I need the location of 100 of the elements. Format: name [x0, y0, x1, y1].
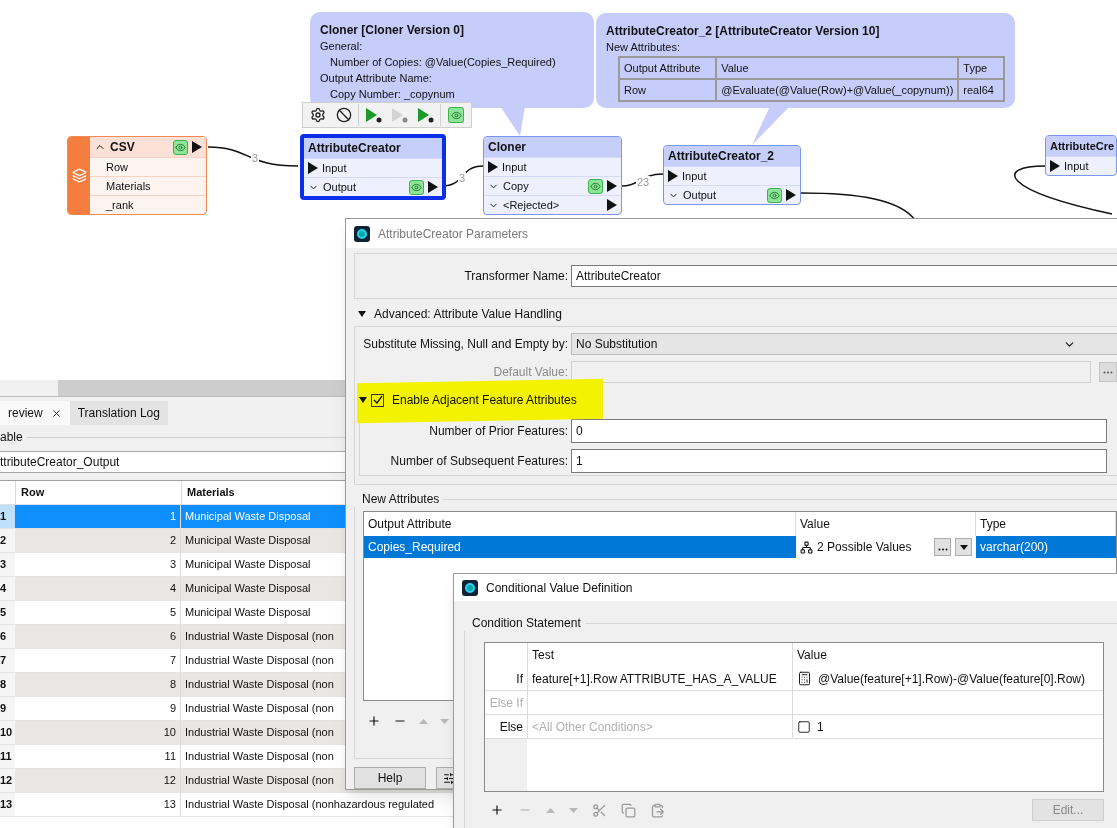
- tooltip-line: Copy Number: _copynum: [330, 87, 455, 102]
- transformer-node[interactable]: AttributeCreator_2 Input Output: [663, 145, 801, 205]
- eye-icon[interactable]: [173, 139, 188, 155]
- row-number: 6: [0, 625, 15, 648]
- table-cell-text: Municipal Waste Disposal: [184, 509, 311, 525]
- app-icon: [354, 225, 370, 242]
- node-title: CSV: [110, 139, 135, 156]
- port-arrow-icon: [428, 181, 438, 193]
- table-cell[interactable]: 1: [817, 717, 824, 736]
- port-label: Copy: [503, 178, 529, 194]
- port-label: Input: [682, 168, 707, 184]
- table-cell: 10: [15, 721, 181, 744]
- table-cell-text: Industrial Waste Disposal (non: [184, 725, 334, 741]
- paste-icon: [650, 802, 665, 818]
- ellipsis-icon: [1103, 370, 1113, 374]
- table-cell: 5: [15, 601, 181, 624]
- dialog-title: AttributeCreator Parameters: [378, 225, 529, 243]
- table-cell: real64: [958, 79, 1004, 101]
- tooltip-line: New Attributes:: [606, 40, 680, 55]
- port-arrow-icon: [607, 199, 617, 211]
- row-number: 10: [0, 721, 15, 744]
- port-label: Input: [322, 160, 347, 176]
- eye-icon[interactable]: [409, 179, 424, 195]
- tooltip-line: Output Attribute Name:: [320, 71, 432, 86]
- column-header[interactable]: Value: [792, 643, 1103, 667]
- field-label: Number of Prior Features:: [428, 423, 569, 440]
- inspect-button[interactable]: [445, 104, 467, 126]
- transformer-node[interactable]: Cloner Input Copy <Rejected>: [483, 136, 622, 215]
- transformer-node[interactable]: AttributeCreator Input Output: [300, 134, 446, 200]
- column-header[interactable]: Row: [15, 481, 181, 504]
- table-cell: @Evaluate(@Value(Row)+@Value(_copynum)): [716, 79, 959, 101]
- eye-icon[interactable]: [588, 178, 603, 194]
- disable-icon: [335, 107, 352, 123]
- panel-tab[interactable]: Translation Log: [69, 401, 168, 425]
- checkbox-label[interactable]: Enable Adjacent Feature Attributes: [392, 391, 577, 409]
- copy-icon: [621, 802, 636, 818]
- substitution-dropdown[interactable]: No Substitution: [571, 333, 1117, 355]
- add-icon: [367, 714, 381, 728]
- eye-icon[interactable]: [767, 187, 782, 203]
- table-cell-text: Municipal Waste Disposal: [184, 557, 311, 573]
- node-title: Cloner: [488, 139, 526, 156]
- hierarchy-icon: [800, 540, 813, 554]
- reader-node[interactable]: CSV Row Materials _rank: [67, 136, 207, 215]
- table-cell: 8: [15, 673, 181, 696]
- condition-label: Else If: [488, 694, 524, 712]
- row-number: 7: [0, 649, 15, 672]
- table-cell-text: Municipal Waste Disposal: [184, 533, 311, 549]
- group-label: able: [0, 429, 23, 446]
- tooltip-title: AttributeCreator_2 [AttributeCreator Version 10]: [606, 23, 881, 39]
- feature-count: 23: [636, 176, 651, 188]
- table-cell-text: Industrial Waste Disposal (non: [184, 629, 334, 645]
- run-icon: [416, 107, 435, 123]
- run-icon: [365, 107, 383, 123]
- row-number: 8: [0, 673, 15, 696]
- text-value-icon: [797, 719, 811, 734]
- dialog-title: Conditional Value Definition: [486, 579, 633, 597]
- tooltip-line: Number of Copies: @Value(Copies_Required): [330, 55, 556, 70]
- table-cell: 6: [15, 625, 181, 648]
- dropdown-button[interactable]: [955, 538, 972, 556]
- table-row[interactable]: 13 13 Industrial Waste Disposal (nonhazardous regulated: [0, 793, 453, 817]
- panel-tab[interactable]: review: [0, 401, 70, 425]
- run-partial-button[interactable]: [415, 104, 441, 126]
- transformer-name-field[interactable]: AttributeCreator: [571, 265, 1117, 287]
- cut-icon: [592, 802, 607, 818]
- table-cell: 9: [15, 697, 181, 720]
- table-header-cell: Value: [716, 57, 959, 79]
- row-number: 4: [0, 577, 15, 600]
- number-field[interactable]: 0: [571, 419, 1107, 443]
- row-number: 3: [0, 553, 15, 576]
- table-cell-text: Industrial Waste Disposal (non: [184, 701, 334, 717]
- port-label: Output: [683, 187, 717, 203]
- section-label[interactable]: Advanced: Attribute Value Handling: [374, 305, 562, 323]
- column-header[interactable]: Test: [527, 643, 792, 667]
- port-label: Output: [323, 179, 357, 195]
- table-cell: 4: [15, 577, 181, 600]
- help-button[interactable]: Help: [354, 767, 426, 789]
- row-number: 9: [0, 697, 15, 720]
- port-label: <Rejected>: [503, 197, 560, 213]
- calculator-icon: [797, 671, 812, 686]
- group-label: Condition Statement: [472, 615, 581, 632]
- settings-icon: [310, 107, 326, 123]
- table-cell[interactable]: feature[+1].Row ATTRIBUTE_HAS_A_VALUE: [532, 669, 777, 688]
- table-cell-text: Municipal Waste Disposal: [184, 605, 311, 621]
- transformer-node[interactable]: AttributeCre Input: [1045, 135, 1117, 176]
- table-cell-text: Industrial Waste Disposal (non: [184, 677, 334, 693]
- table-row[interactable]: Copies_Required 2 Possible Values varchar(200): [364, 536, 1116, 558]
- app-icon: [462, 579, 478, 596]
- node-title: AttributeCreator: [308, 140, 401, 157]
- checkbox[interactable]: [371, 393, 384, 407]
- table-cell: 11: [15, 745, 181, 768]
- number-field[interactable]: 1: [571, 449, 1107, 473]
- table-cell: 7: [15, 649, 181, 672]
- table-cell: 13: [15, 793, 181, 816]
- port-label: _rank: [105, 197, 134, 213]
- table-cell: Row: [619, 79, 717, 101]
- row-number: 11: [0, 745, 15, 768]
- table-cell-text: Industrial Waste Disposal (nonhazardous regulated: [184, 797, 435, 813]
- table-cell: 12: [15, 769, 181, 792]
- add-icon: [490, 803, 504, 817]
- table-cell[interactable]: @Value(feature[+1].Row)-@Value(feature[0].Row): [818, 669, 1086, 688]
